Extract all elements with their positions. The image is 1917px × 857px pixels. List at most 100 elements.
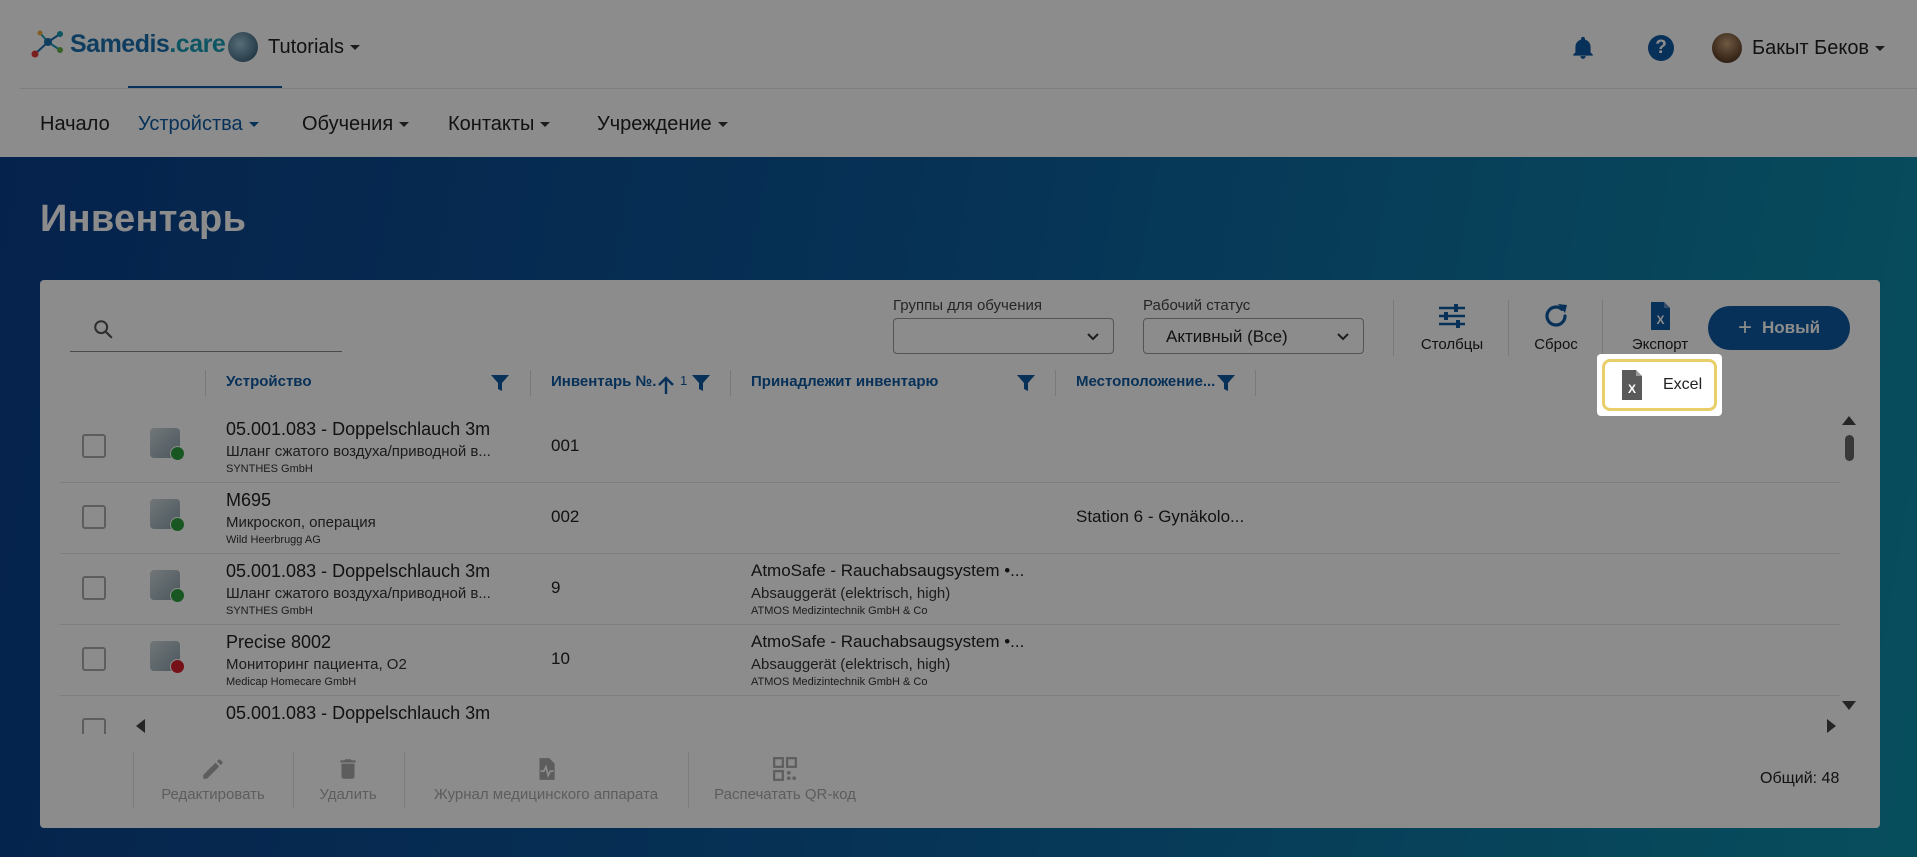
table-row[interactable]: 05.001.083 - Doppelschlauch 3m Шланг сжа… (60, 554, 1840, 625)
nav-item-facility[interactable]: Учреждение (597, 113, 728, 136)
row-checkbox[interactable] (82, 505, 106, 529)
status-dot (170, 659, 185, 674)
edit-label: Редактировать (161, 786, 265, 803)
table-row[interactable]: 05.001.083 - Doppelschlauch 3m (60, 696, 1840, 734)
toolbar-divider (1602, 300, 1603, 356)
chevron-down-icon (1875, 45, 1886, 51)
row-checkbox[interactable] (82, 434, 106, 458)
print-qr-label: Распечатать QR-код (714, 786, 856, 803)
new-button-label: Новый (1761, 318, 1821, 337)
toolbar-divider (1508, 300, 1509, 356)
vertical-scrollbar[interactable] (1845, 435, 1854, 461)
row-checkbox[interactable] (82, 647, 106, 671)
bell-icon[interactable] (1570, 35, 1596, 61)
parent-manufacturer: ATMOS Medizintechnik GmbH & Co (751, 676, 928, 688)
edit-button[interactable]: Редактировать (158, 756, 268, 803)
excel-file-icon: X (1622, 370, 1642, 400)
nav-item-trainings[interactable]: Обучения (302, 113, 410, 136)
action-divider (133, 752, 134, 808)
action-divider (293, 752, 294, 808)
sliders-icon (1439, 304, 1465, 328)
reset-button[interactable]: Сброс (1526, 300, 1586, 353)
device-name: M695 (226, 490, 272, 510)
reset-label: Сброс (1534, 336, 1578, 353)
search-icon (94, 320, 113, 339)
chevron-down-icon (1337, 333, 1349, 341)
device-journal-button[interactable]: Журнал медицинского аппарата (428, 756, 664, 803)
status-dot (170, 588, 185, 603)
logo-suffix-text: .care (169, 29, 226, 58)
pencil-icon (203, 759, 223, 779)
device-category: Шланг сжатого воздуха/приводной в... (226, 443, 491, 460)
filter-icon[interactable] (1216, 373, 1236, 393)
search-input[interactable] (70, 310, 342, 352)
medical-journal-icon (539, 758, 555, 780)
column-divider (205, 370, 206, 396)
filter-icon[interactable] (1016, 373, 1036, 393)
work-status-value: Активный (Все) (1166, 327, 1288, 346)
nav-label: Обучения (302, 113, 394, 135)
user-name: Бакыт Беков (1752, 36, 1870, 59)
samedis-logo[interactable]: Samedis.care (30, 28, 226, 60)
plus-icon: + (1737, 314, 1752, 341)
inventory-number: 9 (551, 578, 561, 597)
device-name: 05.001.083 - Doppelschlauch 3m (226, 703, 491, 723)
inventory-number: 10 (551, 649, 570, 668)
columns-button[interactable]: Столбцы (1414, 300, 1490, 353)
column-header-device[interactable]: Устройство (226, 373, 312, 390)
device-manufacturer: SYNTHES GmbH (226, 463, 313, 475)
row-checkbox[interactable] (82, 718, 106, 734)
filter-icon[interactable] (490, 373, 510, 393)
filter-icon[interactable] (691, 373, 711, 393)
table-row[interactable]: M695 Микроскоп, операция Wild Heerbrugg … (60, 483, 1840, 554)
parent-category: Absauggerät (elektrisch, high) (751, 656, 951, 673)
row-checkbox[interactable] (82, 576, 106, 600)
scroll-up-arrow[interactable] (1842, 416, 1856, 425)
column-divider (730, 370, 731, 396)
toolbar-divider (1393, 300, 1394, 356)
logo-main-text: Samedis (70, 29, 170, 58)
training-groups-label: Группы для обучения (893, 297, 1042, 314)
total-count: Общий: 48 (1760, 770, 1840, 787)
svg-text:X: X (1628, 382, 1636, 396)
column-header-parent[interactable]: Принадлежит инвентарю (751, 373, 938, 390)
table-row[interactable]: Precise 8002 Мониторинг пациента, O2 Med… (60, 625, 1840, 696)
delete-label: Удалить (319, 786, 377, 803)
column-header-inventory-no[interactable]: Инвентарь №. (551, 373, 656, 390)
device-manufacturer: Wild Heerbrugg AG (226, 534, 321, 546)
tenant-name: Tutorials (268, 35, 344, 58)
column-header-location[interactable]: Местоположение... (1076, 373, 1215, 390)
new-button[interactable]: + Новый (1708, 306, 1850, 350)
parent-name: AtmoSafe - Rauchabsaugsystem •... (751, 561, 1025, 580)
arrow-up-icon[interactable] (656, 375, 676, 395)
device-name: Precise 8002 (226, 632, 332, 652)
print-qr-button[interactable]: Распечатать QR-код (712, 756, 858, 803)
help-icon[interactable]: ? (1648, 35, 1674, 61)
work-status-label: Рабочий статус (1143, 297, 1251, 314)
chevron-down-icon (248, 122, 259, 128)
nav-label: Контакты (448, 113, 535, 135)
chevron-down-icon (540, 122, 551, 128)
device-manufacturer: SYNTHES GmbH (226, 605, 313, 617)
device-category: Шланг сжатого воздуха/приводной в... (226, 585, 491, 602)
scroll-down-arrow[interactable] (1842, 701, 1856, 710)
column-divider (1055, 370, 1056, 396)
work-status-select[interactable]: Активный (Все) (1143, 318, 1364, 354)
user-menu[interactable]: Бакыт Беков (1712, 33, 1886, 63)
nav-item-devices[interactable]: Устройства (138, 113, 259, 136)
tenant-avatar (228, 32, 258, 62)
status-dot (170, 517, 185, 532)
sort-index: 1 (680, 373, 688, 388)
nav-item-contacts[interactable]: Контакты (448, 113, 551, 136)
scroll-left-arrow[interactable] (136, 719, 145, 733)
table-row[interactable]: 05.001.083 - Doppelschlauch 3m Шланг сжа… (60, 412, 1840, 483)
export-excel-option[interactable]: X Excel (1602, 359, 1717, 411)
training-groups-select[interactable] (893, 318, 1114, 354)
nav-item-home[interactable]: Начало (40, 113, 110, 136)
scroll-right-arrow[interactable] (1827, 719, 1836, 733)
action-divider (404, 752, 405, 808)
export-button[interactable]: X Экспорт (1622, 300, 1698, 353)
tenant-selector[interactable]: Tutorials (228, 32, 360, 62)
delete-button[interactable]: Удалить (312, 756, 384, 803)
export-dropdown: X Excel (1597, 354, 1722, 416)
